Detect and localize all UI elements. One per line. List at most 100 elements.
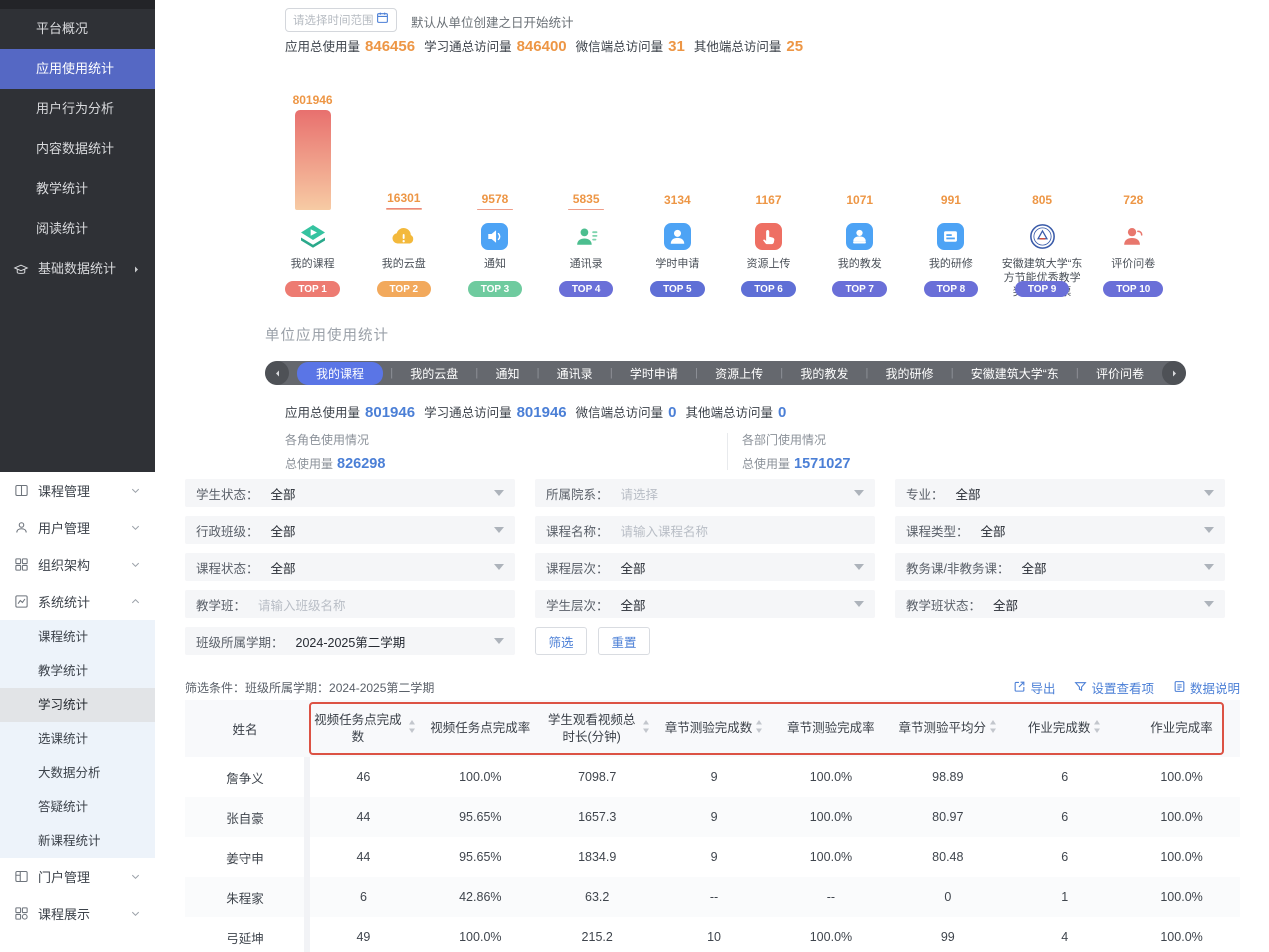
sidebar-subitem[interactable]: 新课程统计 <box>0 824 155 858</box>
sidebar-item[interactable]: 用户管理 <box>0 509 155 546</box>
filter-buttons: 筛选重置 <box>535 627 875 655</box>
sidebar-item[interactable]: 内容数据统计 <box>0 129 155 169</box>
filter-select[interactable]: 专业：全部 <box>895 479 1225 507</box>
tab-10[interactable]: 评价问卷 <box>1086 363 1154 384</box>
chart-value-label: 3134 <box>664 193 691 207</box>
sidebar-item[interactable]: 应用使用统计 <box>0 49 155 89</box>
tab-separator: | <box>610 367 613 379</box>
sidebar-item[interactable]: 课程展示 <box>0 895 155 932</box>
tab-2[interactable]: 我的云盘 <box>400 363 468 384</box>
caret-down-icon <box>494 564 504 570</box>
sort-icon <box>642 720 650 738</box>
filter-select[interactable]: 学生层次：全部 <box>535 590 875 618</box>
tab-7[interactable]: 我的教发 <box>790 363 858 384</box>
stat-value: 801946 <box>365 404 415 421</box>
filter-value: 全部 <box>271 484 296 503</box>
sidebar-subitem[interactable]: 教学统计 <box>0 654 155 688</box>
sidebar-item[interactable]: 平台概况 <box>0 9 155 49</box>
chart-bar-zone: 3134 <box>632 88 723 210</box>
caret-down-icon <box>854 564 864 570</box>
caret-down-icon <box>1204 490 1214 496</box>
table-header-row: 姓名 视频任务点完成数视频任务点完成率学生观看视频总时长(分钟)章节测验完成数章… <box>185 700 1240 757</box>
chevron-down-icon <box>130 908 141 919</box>
stat-value: 31 <box>668 38 685 55</box>
filter-select[interactable]: 行政班级：全部 <box>185 516 515 544</box>
action-label: 设置查看项 <box>1091 678 1154 697</box>
chart-bar <box>568 209 604 211</box>
filter-placeholder: 请输入班级名称 <box>258 595 346 614</box>
action-doc[interactable]: 数据说明 <box>1173 678 1240 697</box>
tab-6[interactable]: 资源上传 <box>705 363 773 384</box>
chart-bar-zone: 991 <box>905 88 996 210</box>
cell-value: 6 <box>1006 770 1123 784</box>
tab-9[interactable]: 安徽建筑大学“东 <box>961 363 1069 384</box>
filter-select[interactable]: 课程类型：全部 <box>895 516 1225 544</box>
date-range-placeholder: 请选择时间范围 <box>293 12 376 28</box>
sidebar: 平台概况应用使用统计用户行为分析内容数据统计教学统计阅读统计基础数据统计 课程管… <box>0 0 155 952</box>
filter-select[interactable]: 学生状态：全部 <box>185 479 515 507</box>
tab-3[interactable]: 通知 <box>485 363 529 384</box>
chart-column: 1167资源上传TOP 6 <box>723 88 814 306</box>
tab-4[interactable]: 通讯录 <box>547 363 603 384</box>
filter-button[interactable]: 筛选 <box>535 627 587 655</box>
tab-scroll-right-icon[interactable] <box>1162 361 1186 385</box>
dept-total-value: 1571027 <box>794 456 850 472</box>
column-header[interactable]: 章节测验平均分 <box>889 720 1006 738</box>
column-header: 作业完成率 <box>1123 720 1240 737</box>
column-header[interactable]: 章节测验完成数 <box>656 720 773 738</box>
filter-select[interactable]: 课程层次：全部 <box>535 553 875 581</box>
column-header[interactable]: 视频任务点完成数 <box>305 712 422 746</box>
chart-value-label: 801946 <box>293 93 333 107</box>
column-header-name: 姓名 <box>185 719 305 738</box>
filter-label: 班级所属学期： <box>196 632 284 651</box>
sidebar-item-label: 内容数据统计 <box>36 141 114 156</box>
sidebar-item-label: 用户管理 <box>38 518 90 537</box>
filter-select[interactable]: 教学班状态：全部 <box>895 590 1225 618</box>
sidebar-subitem[interactable]: 选课统计 <box>0 722 155 756</box>
filter-input[interactable]: 教学班：请输入班级名称 <box>185 590 515 618</box>
action-funnel[interactable]: 设置查看项 <box>1074 678 1154 697</box>
sidebar-item[interactable]: 系统统计 <box>0 583 155 620</box>
filter-value: 全部 <box>271 558 296 577</box>
action-export[interactable]: 导出 <box>1013 678 1055 697</box>
sidebar-subitem[interactable]: 大数据分析 <box>0 756 155 790</box>
contacts-icon <box>573 222 600 250</box>
cell-value: 63.2 <box>539 890 656 904</box>
sidebar-item[interactable]: 门户管理 <box>0 858 155 895</box>
date-range-input[interactable]: 请选择时间范围 <box>285 8 397 32</box>
chart-column: 16301我的云盘TOP 2 <box>358 88 449 306</box>
column-header[interactable]: 作业完成数 <box>1006 720 1123 738</box>
filter-select[interactable]: 教务课/非教务课：全部 <box>895 553 1225 581</box>
sidebar-item[interactable]: 组织架构 <box>0 546 155 583</box>
filter-select[interactable]: 班级所属学期：2024-2025第二学期 <box>185 627 515 655</box>
tab-1[interactable]: 我的课程 <box>297 362 383 385</box>
cell-value: 99 <box>889 930 1006 944</box>
sidebar-subitem[interactable]: 答疑统计 <box>0 790 155 824</box>
filter-select[interactable]: 所属院系：请选择 <box>535 479 875 507</box>
stat-value: 846456 <box>365 38 415 55</box>
chart-value-label: 1071 <box>846 193 873 207</box>
sidebar-item[interactable]: 课程管理 <box>0 472 155 509</box>
sidebar-item[interactable]: 阅读统计 <box>0 209 155 249</box>
cell-value: 9 <box>656 770 773 784</box>
sidebar-item[interactable]: 教学统计 <box>0 169 155 209</box>
table-body: 詹争义46100.0%7098.79100.0%98.896100.0%张自豪4… <box>185 757 1240 952</box>
filter-value: 全部 <box>271 521 296 540</box>
stat-value: 846400 <box>517 38 567 55</box>
column-header[interactable]: 学生观看视频总时长(分钟) <box>539 712 656 746</box>
sidebar-item[interactable]: 基础数据统计 <box>0 249 155 289</box>
sidebar-item[interactable]: 用户行为分析 <box>0 89 155 129</box>
sidebar-subitem[interactable]: 课程统计 <box>0 620 155 654</box>
column-header-label: 视频任务点完成数 <box>311 712 405 746</box>
sidebar-subitem[interactable]: 学习统计 <box>0 688 155 722</box>
cell-value: 215.2 <box>539 930 656 944</box>
tab-8[interactable]: 我的研修 <box>876 363 944 384</box>
cell-value: 6 <box>1006 810 1123 824</box>
sidebar-item-label: 教学统计 <box>36 181 88 196</box>
tab-scroll-left-icon[interactable] <box>265 361 289 385</box>
filter-select[interactable]: 课程状态：全部 <box>185 553 515 581</box>
tab-5[interactable]: 学时申请 <box>620 363 688 384</box>
chart-value-label: 728 <box>1123 193 1143 207</box>
filter-input[interactable]: 课程名称：请输入课程名称 <box>535 516 875 544</box>
reset-button[interactable]: 重置 <box>598 627 650 655</box>
